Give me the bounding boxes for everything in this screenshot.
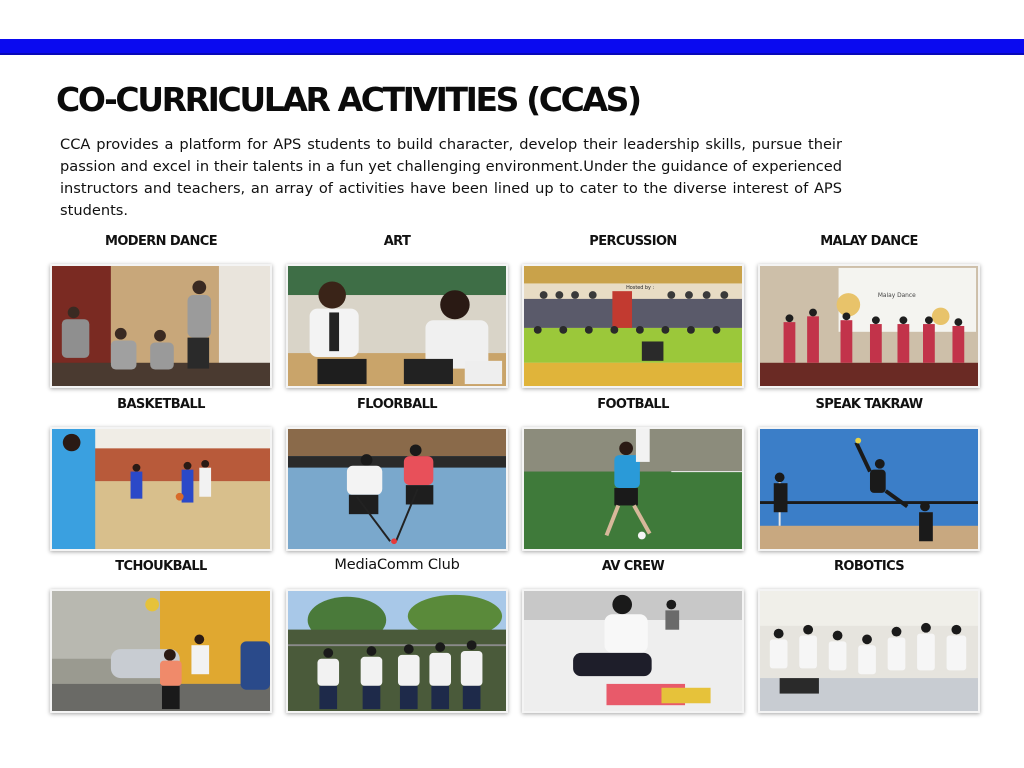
malay-dance-photo: Malay Dance xyxy=(758,264,980,388)
robotics-photo xyxy=(758,589,980,713)
art-photo xyxy=(286,264,508,388)
top-accent-bar xyxy=(0,39,1024,55)
activity-label-floorball: FLOORBALL xyxy=(357,397,438,412)
activity-label-tchoukball: TCHOUKBALL xyxy=(115,559,207,574)
activity-label-modern-dance: MODERN DANCE xyxy=(104,234,218,249)
basketball-photo xyxy=(50,427,272,551)
percussion-banner-text: Hosted by : xyxy=(626,285,654,291)
activity-label-speak-takraw: SPEAK TAKRAW xyxy=(815,397,923,412)
activity-label-av-crew: AV CREW xyxy=(601,559,665,574)
football-photo xyxy=(522,427,744,551)
mediacomm-club-photo xyxy=(286,589,508,713)
activity-label-art: ART xyxy=(383,234,411,249)
activity-label-malay-dance: MALAY DANCE xyxy=(820,234,918,249)
floorball-photo xyxy=(286,427,508,551)
av-crew-photo xyxy=(522,589,744,713)
speak-takraw-photo xyxy=(758,427,980,551)
percussion-photo: Hosted by : xyxy=(522,264,744,388)
intro-paragraph: CCA provides a platform for APS students… xyxy=(60,136,842,219)
malay-dance-screen-text: Malay Dance xyxy=(878,293,916,299)
activity-label-mediacomm-club: MediaComm Club xyxy=(334,557,460,573)
activity-label-football: FOOTBALL xyxy=(597,397,669,412)
activity-label-robotics: ROBOTICS xyxy=(833,559,905,574)
page-title: CO-CURRICULAR ACTIVITIES (CCAS) xyxy=(56,80,642,119)
modern-dance-photo xyxy=(50,264,272,388)
tchoukball-photo xyxy=(50,589,272,713)
activity-label-basketball: BASKETBALL xyxy=(117,397,205,412)
activity-label-percussion: PERCUSSION xyxy=(589,234,677,249)
